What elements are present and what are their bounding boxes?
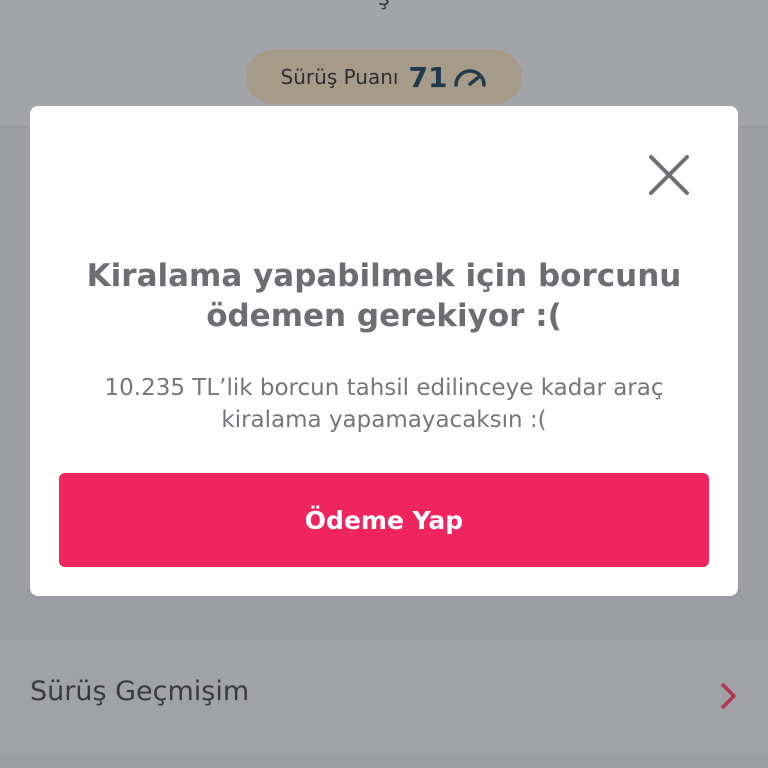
cutoff-header-text: ş: [0, 0, 768, 11]
driving-history-label: Sürüş Geçmişim: [30, 676, 250, 707]
close-icon: [649, 155, 689, 195]
driving-score-label: Sürüş Puanı: [280, 65, 399, 89]
driving-score-value: 71: [408, 60, 448, 94]
gauge-icon: [453, 66, 487, 88]
modal-title: Kiralama yapabilmek için borcunu ödemen …: [86, 258, 682, 334]
debt-payment-modal: Kiralama yapabilmek için borcunu ödemen …: [30, 106, 738, 596]
driving-history-row[interactable]: Sürüş Geçmişim: [0, 640, 768, 754]
close-button[interactable]: [644, 150, 694, 200]
chevron-right-icon: [718, 681, 740, 711]
pay-button[interactable]: Ödeme Yap: [59, 473, 709, 567]
driving-score-pill[interactable]: Sürüş Puanı 71: [246, 50, 522, 104]
modal-description: 10.235 TL’lik borcun tahsil edilinceye k…: [104, 375, 664, 433]
